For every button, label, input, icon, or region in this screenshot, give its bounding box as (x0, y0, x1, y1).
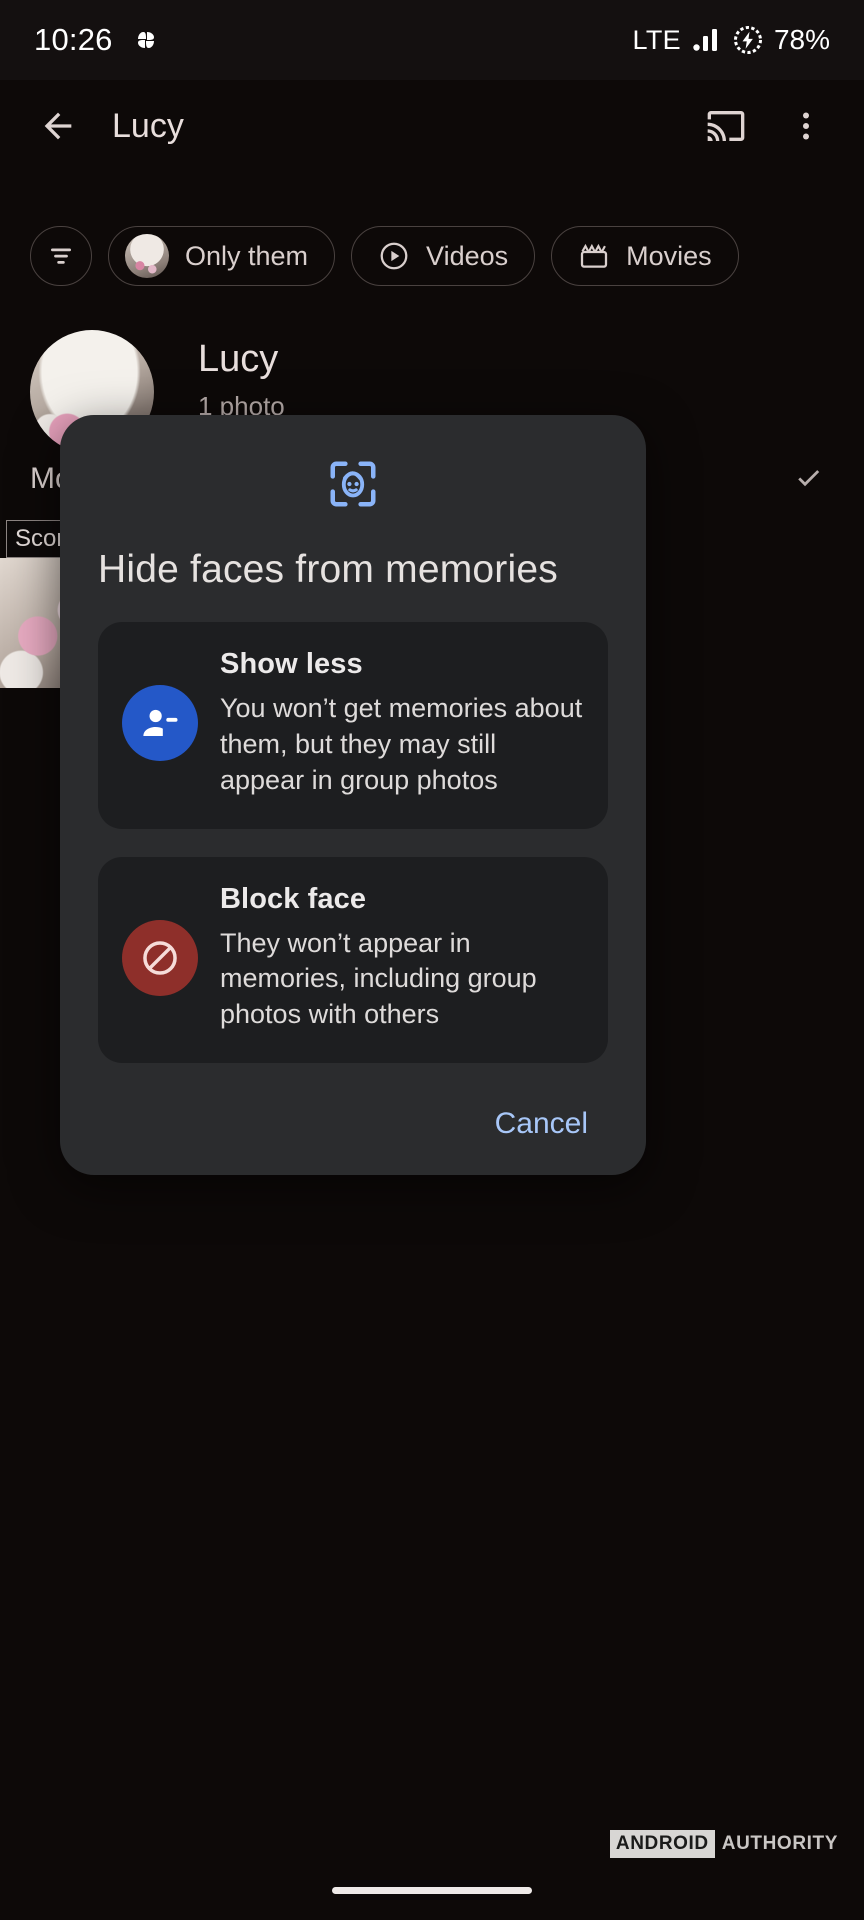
block-icon (122, 919, 198, 996)
option-show-less[interactable]: Show less You won’t get memories about t… (98, 621, 608, 829)
option-title: Show less (220, 647, 363, 680)
option-icon-wrap (122, 685, 198, 762)
filter-list-icon (46, 241, 76, 271)
status-bar: 10:26 LTE 78% (0, 0, 864, 80)
status-bar-clock: 10:26 (34, 22, 113, 57)
hide-faces-dialog: Hide faces from memories Show less You w… (60, 415, 646, 1175)
check-icon (792, 462, 826, 496)
option-title: Block face (220, 882, 367, 915)
chip-label: Videos (426, 240, 509, 271)
home-indicator[interactable] (332, 1887, 532, 1894)
option-body: Block face They won’t appear in memories… (220, 883, 584, 1034)
back-button[interactable] (30, 98, 86, 154)
dialog-title: Hide faces from memories (98, 548, 558, 591)
network-type-label: LTE (632, 24, 681, 55)
chip-label: Only them (185, 240, 309, 271)
overflow-menu-button[interactable] (778, 98, 834, 154)
dialog-actions: Cancel (98, 1063, 608, 1151)
face-scan-icon (98, 415, 608, 511)
page-title: Lucy (112, 106, 184, 145)
watermark-suffix: AUTHORITY (721, 1833, 838, 1854)
back-arrow-icon (38, 106, 78, 146)
cast-button[interactable] (698, 98, 754, 154)
signal-bars-icon (692, 27, 722, 53)
chip-videos[interactable]: Videos (351, 226, 536, 286)
cancel-button[interactable]: Cancel (481, 1097, 602, 1151)
option-block-face[interactable]: Block face They won’t appear in memories… (98, 856, 608, 1064)
person-remove-icon (122, 685, 198, 762)
person-avatar-icon (125, 234, 169, 278)
battery-percent-label: 78% (773, 24, 830, 55)
chip-movies[interactable]: Movies (551, 226, 739, 286)
option-description: They won’t appear in memories, including… (220, 927, 537, 1030)
person-name: Lucy (198, 338, 279, 380)
more-vertical-icon (788, 108, 824, 144)
play-circle-icon (378, 240, 410, 272)
chip-only-them[interactable]: Only them (108, 226, 336, 286)
watermark-brand: ANDROID (609, 1830, 715, 1858)
phone-screen: 10:26 LTE 78% Lucy Only them Videos Movi… (0, 0, 864, 1920)
chip-label: Movies (626, 240, 712, 271)
watermark: ANDROID AUTHORITY (609, 1830, 838, 1858)
option-description: You won’t get memories about them, but t… (220, 692, 583, 795)
cast-icon (706, 106, 746, 146)
google-photos-pinwheel-icon (131, 25, 161, 55)
battery-charging-icon (733, 25, 763, 55)
chip-filter-options[interactable] (30, 226, 92, 286)
status-bar-left: 10:26 (34, 22, 161, 58)
option-body: Show less You won’t get memories about t… (220, 648, 584, 799)
app-bar: Lucy (0, 80, 864, 172)
option-icon-wrap (122, 919, 198, 996)
app-bar-actions (698, 98, 834, 154)
movie-clapper-icon (578, 240, 610, 272)
filter-chip-row: Only them Videos Movies (0, 222, 864, 290)
status-bar-right: LTE 78% (633, 24, 830, 56)
